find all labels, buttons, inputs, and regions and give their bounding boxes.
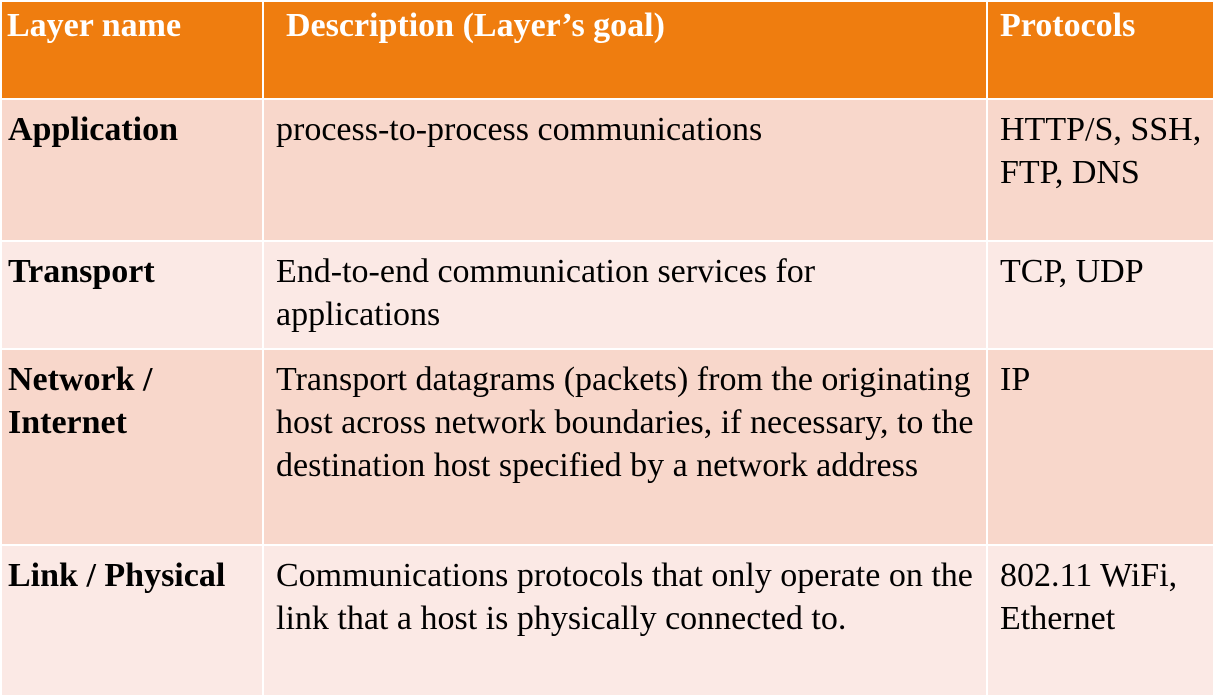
layers-table: Layer name Description (Layer’s goal) Pr… xyxy=(0,0,1213,697)
layer-description-cell: End-to-end communication services for ap… xyxy=(262,240,988,350)
header-layer-name: Layer name xyxy=(0,0,264,100)
table-row-network: Network / Internet Transport datagrams (… xyxy=(0,348,1213,546)
layer-name-cell: Network / Internet xyxy=(0,348,264,546)
layer-description-cell: process-to-process communications xyxy=(262,98,988,242)
layer-name-cell: Application xyxy=(0,98,264,242)
header-protocols: Protocols xyxy=(986,0,1213,100)
table-row-application: Application process-to-process communica… xyxy=(0,98,1213,242)
layer-protocols-cell: HTTP/S, SSH, FTP, DNS xyxy=(986,98,1213,242)
table-header: Layer name Description (Layer’s goal) Pr… xyxy=(0,0,1213,100)
header-row: Layer name Description (Layer’s goal) Pr… xyxy=(0,0,1213,100)
table-body: Application process-to-process communica… xyxy=(0,98,1213,697)
layer-description-cell: Transport datagrams (packets) from the o… xyxy=(262,348,988,546)
layer-protocols-cell: IP xyxy=(986,348,1213,546)
layer-name-cell: Link / Physical xyxy=(0,544,264,697)
layer-description-cell: Communications protocols that only opera… xyxy=(262,544,988,697)
header-description: Description (Layer’s goal) xyxy=(262,0,988,100)
table-row-transport: Transport End-to-end communication servi… xyxy=(0,240,1213,350)
layer-protocols-cell: 802.11 WiFi, Ethernet xyxy=(986,544,1213,697)
table-row-link: Link / Physical Communications protocols… xyxy=(0,544,1213,697)
layer-protocols-cell: TCP, UDP xyxy=(986,240,1213,350)
layer-name-cell: Transport xyxy=(0,240,264,350)
